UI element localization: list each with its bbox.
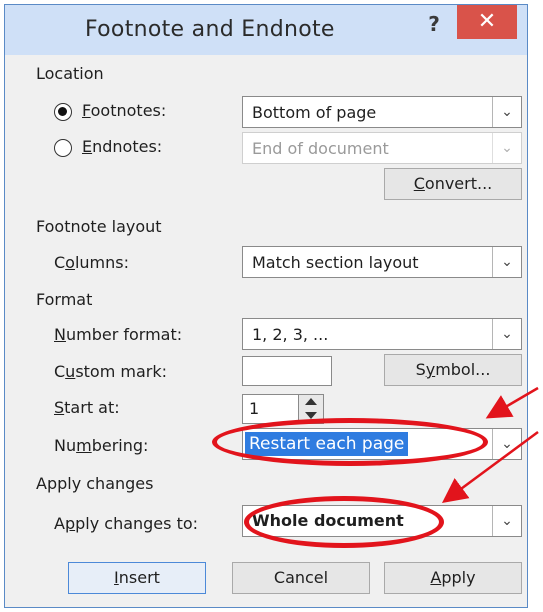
chevron-down-icon: ⌄ bbox=[492, 97, 521, 127]
columns-value: Match section layout bbox=[252, 253, 419, 272]
cancel-button[interactable]: Cancel bbox=[232, 562, 370, 594]
start-at-value: 1 bbox=[249, 399, 260, 418]
apply-changes-to-value: Whole document bbox=[252, 511, 404, 530]
apply-button[interactable]: Apply bbox=[384, 562, 522, 594]
footnote-layout-section-label: Footnote layout bbox=[36, 217, 162, 236]
start-at-spinner[interactable] bbox=[298, 394, 324, 424]
endnotes-label: Endnotes: bbox=[82, 137, 163, 156]
numbering-label: Numbering: bbox=[54, 436, 149, 455]
numbering-select[interactable]: Restart each page ⌄ bbox=[242, 428, 522, 460]
footnotes-label: Footnotes: bbox=[82, 101, 167, 120]
apply-changes-section-label: Apply changes bbox=[36, 474, 154, 493]
start-at-input[interactable]: 1 bbox=[242, 394, 300, 424]
footnotes-location-select[interactable]: Bottom of page ⌄ bbox=[242, 96, 522, 128]
chevron-down-icon: ⌄ bbox=[492, 506, 521, 536]
title-bar: Footnote and Endnote ? ✕ bbox=[5, 5, 527, 55]
number-format-value: 1, 2, 3, ... bbox=[252, 325, 329, 344]
custom-mark-input[interactable] bbox=[242, 356, 332, 386]
endnotes-location-select[interactable]: End of document ⌄ bbox=[242, 132, 522, 164]
footnotes-location-value: Bottom of page bbox=[252, 103, 377, 122]
spin-up-icon[interactable] bbox=[305, 398, 317, 405]
apply-changes-to-select[interactable]: Whole document ⌄ bbox=[242, 505, 522, 537]
spin-down-icon[interactable] bbox=[305, 412, 317, 419]
insert-button[interactable]: Insert bbox=[68, 562, 206, 594]
location-section-label: Location bbox=[36, 64, 104, 83]
format-section-label: Format bbox=[36, 290, 93, 309]
footnotes-radio[interactable] bbox=[54, 103, 72, 121]
number-format-label: Number format: bbox=[54, 325, 183, 344]
chevron-down-icon: ⌄ bbox=[492, 247, 521, 277]
chevron-down-icon: ⌄ bbox=[492, 319, 521, 349]
convert-button[interactable]: Convert... bbox=[384, 168, 522, 200]
chevron-down-icon: ⌄ bbox=[492, 133, 521, 163]
close-button[interactable]: ✕ bbox=[457, 5, 517, 39]
chevron-down-icon: ⌄ bbox=[492, 429, 521, 459]
custom-mark-label: Custom mark: bbox=[54, 362, 168, 381]
endnotes-location-value: End of document bbox=[252, 139, 389, 158]
endnotes-radio[interactable] bbox=[54, 139, 72, 157]
columns-label: Columns: bbox=[54, 253, 130, 272]
start-at-label: Start at: bbox=[54, 398, 120, 417]
close-icon: ✕ bbox=[477, 9, 497, 34]
number-format-select[interactable]: 1, 2, 3, ... ⌄ bbox=[242, 318, 522, 350]
columns-select[interactable]: Match section layout ⌄ bbox=[242, 246, 522, 278]
apply-changes-to-label: Apply changes to: bbox=[54, 514, 199, 533]
numbering-value: Restart each page bbox=[245, 432, 409, 456]
help-button[interactable]: ? bbox=[421, 11, 447, 37]
dialog-title: Footnote and Endnote bbox=[85, 17, 335, 42]
symbol-button[interactable]: Symbol... bbox=[384, 354, 522, 386]
